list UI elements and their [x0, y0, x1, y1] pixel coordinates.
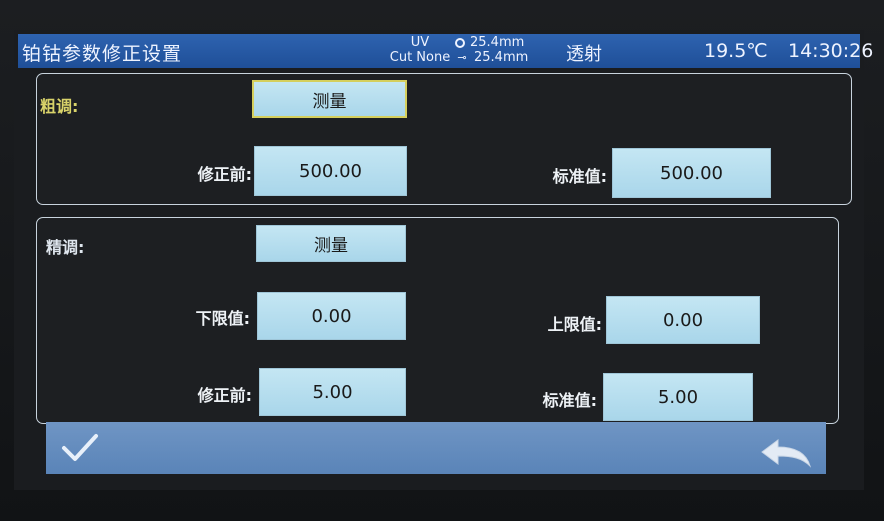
coarse-title: 粗调:	[40, 97, 79, 116]
fine-measure-button[interactable]: 测量	[256, 225, 406, 262]
page-title: 铂钴参数修正设置	[22, 43, 183, 65]
fine-before-label: 修正前:	[197, 386, 252, 405]
fine-lower-label: 下限值:	[195, 309, 250, 328]
measure-mode: 透射	[566, 44, 602, 65]
dimension-indicator: 25.4mm ⊸ 25.4mm	[455, 35, 528, 65]
mode-line-2: Cut None	[389, 50, 451, 65]
aperture-icon	[455, 37, 465, 48]
fine-upper-label: 上限值:	[547, 315, 602, 334]
return-arrow-icon	[761, 439, 812, 468]
coarse-standard-field[interactable]: 500.00	[612, 148, 771, 198]
temperature: 19.5℃	[704, 40, 768, 62]
fine-standard-field[interactable]: 5.00	[603, 373, 753, 421]
coarse-before-field[interactable]: 500.00	[254, 146, 407, 196]
mode-line-1: UV	[410, 35, 430, 50]
fine-upper-field[interactable]: 0.00	[606, 296, 760, 344]
confirm-button[interactable]	[58, 430, 102, 466]
mode-indicator: UV Cut None	[380, 35, 460, 65]
fine-title: 精调:	[46, 238, 85, 257]
dimension-1: 25.4mm	[470, 35, 525, 50]
coarse-standard-label: 标准值:	[552, 167, 607, 186]
coarse-before-label: 修正前:	[197, 165, 252, 184]
dimension-2: 25.4mm	[474, 50, 529, 65]
checkmark-icon	[62, 434, 98, 461]
back-button[interactable]	[758, 436, 814, 470]
title-bar: 铂钴参数修正设置 UV Cut None 25.4mm ⊸ 25.4mm 透射 …	[18, 34, 873, 68]
clock: 14:30:26	[788, 40, 874, 62]
fine-before-field[interactable]: 5.00	[259, 368, 406, 416]
coarse-measure-button[interactable]: 测量	[252, 80, 407, 118]
action-bar	[46, 422, 826, 474]
beam-icon: ⊸	[457, 51, 467, 64]
fine-standard-label: 标准值:	[542, 391, 597, 410]
fine-lower-field[interactable]: 0.00	[257, 292, 406, 340]
